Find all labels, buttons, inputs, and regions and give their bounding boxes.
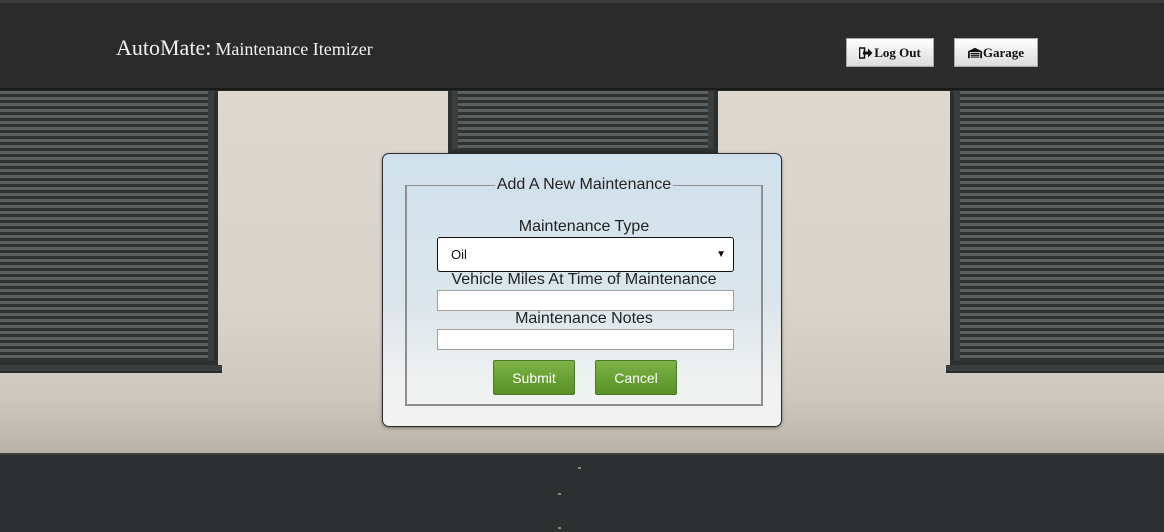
maintenance-notes-label: Maintenance Notes (515, 310, 653, 327)
window-shutter-right (950, 91, 1164, 365)
garage-label: Garage (982, 44, 1025, 60)
add-maintenance-dialog: Add A New Maintenance Maintenance Type O… (382, 153, 782, 427)
vehicle-miles-label: Vehicle Miles At Time of Maintenance (451, 271, 717, 288)
window-shutter-center (448, 91, 718, 153)
window-shutter-left (0, 91, 218, 365)
logout-button[interactable]: Log Out (846, 38, 934, 67)
garage-button[interactable]: Garage (954, 38, 1038, 67)
maintenance-type-label: Maintenance Type (518, 218, 650, 235)
brand-separator: : (205, 35, 212, 60)
submit-button[interactable]: Submit (493, 360, 575, 395)
maintenance-type-value: Oil (451, 247, 467, 262)
page-subtitle: Maintenance Itemizer (215, 39, 373, 59)
dropdown-caret-icon: ▼ (716, 249, 726, 260)
sign-out-icon (859, 46, 873, 59)
window-sill-left (0, 365, 222, 373)
top-navbar: AutoMate: Maintenance Itemizer Log Out G… (0, 0, 1164, 90)
vehicle-miles-input[interactable] (437, 290, 734, 311)
garage-icon (967, 47, 982, 59)
cancel-button[interactable]: Cancel (595, 360, 677, 395)
maintenance-type-select[interactable]: Oil ▼ (437, 237, 734, 272)
app-title: AutoMate: Maintenance Itemizer (116, 35, 373, 61)
brand-name: AutoMate (116, 35, 206, 60)
ground-strip (0, 453, 1164, 532)
form-legend: Add A New Maintenance (496, 176, 672, 193)
logout-label: Log Out (874, 44, 921, 60)
maintenance-notes-input[interactable] (437, 329, 734, 350)
window-sill-right (946, 365, 1164, 373)
maintenance-form: Add A New Maintenance Maintenance Type O… (405, 176, 763, 406)
